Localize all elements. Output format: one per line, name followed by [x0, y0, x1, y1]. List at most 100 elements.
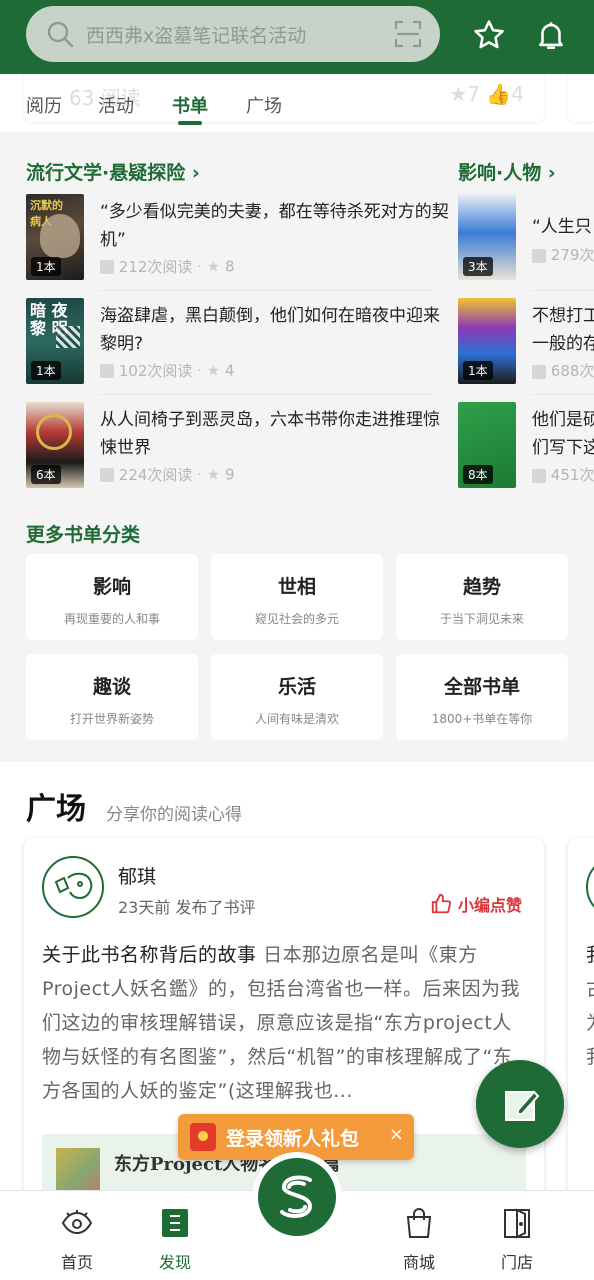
book-cover: 暗 夜黎 明 1本 [26, 298, 84, 384]
category-desc: 再现重要的人和事 [63, 612, 160, 626]
category-desc: 1800+书单在等你 [431, 712, 533, 726]
category-desc: 窥见社会的多元 [254, 612, 339, 626]
gift-icon [190, 1123, 216, 1151]
plaza-title: 广场 [26, 792, 86, 827]
new-user-gift-banner[interactable]: 登录领新人礼包 × [178, 1114, 414, 1160]
post-time: 23天前 发布了书评 [118, 898, 256, 917]
booklist-title: 海盗肆虐，黑白颠倒，他们如何在暗夜中迎来黎明? [100, 306, 440, 354]
avatar[interactable] [42, 856, 104, 918]
read-icon [532, 248, 546, 263]
booklist-title: 从人间椅子到恶灵岛，六本书带你走进推理惊悚世界 [100, 410, 440, 458]
booklist-item-peek[interactable]: 8本 他们是硕 们写下这 451次 [458, 402, 594, 494]
booklist-item[interactable]: 沉默的 病人 1本 “多少看似完美的夫妻，都在等待杀死对方的契机” 212次阅读 … [26, 194, 449, 286]
search-placeholder: 西西弗x盗墓笔记联名活动 [86, 25, 307, 47]
booklist-item[interactable]: 暗 夜黎 明 1本 海盗肆虐，黑白颠倒，他们如何在暗夜中迎来黎明? 102次阅读… [26, 298, 446, 390]
tab-history[interactable]: 阅历 [26, 92, 62, 118]
category-card-fun[interactable]: 趣谈 打开世界新姿势 [26, 654, 198, 740]
chevron-right-icon: › [547, 162, 556, 184]
book-count-badge: 1本 [463, 361, 493, 380]
category-card-trend[interactable]: 趋势 于当下洞见未来 [396, 554, 568, 640]
category-name: 世相 [277, 576, 316, 598]
tab-strip: 63 阅读 ★7 👍4 阅历 活动 书单 广场 [0, 74, 594, 132]
booklist-section: 流行文学·悬疑探险 › 沉默的 病人 1本 “多少看似完美的夫妻，都在等待杀死对方… [0, 132, 594, 760]
nav-label: 发现 [158, 1253, 191, 1272]
review-card-peek[interactable]: 我古为我 [568, 838, 594, 1218]
review-text: 关于此书名称背后的故事 日本那边原名是叫《東方Project人妖名鑑》的，包括台… [42, 938, 522, 1108]
booklist-title: “人生只 [532, 217, 592, 237]
book-count-badge: 1本 [31, 361, 61, 380]
read-icon [532, 364, 546, 379]
top-header: 西西弗x盗墓笔记联名活动 [0, 0, 594, 74]
booklist-item[interactable]: 6本 从人间椅子到恶灵岛，六本书带你走进推理惊悚世界 224次阅读 · ★ 9 [26, 402, 446, 494]
booklist-group-title[interactable]: 流行文学·悬疑探险 › [26, 158, 200, 185]
divider [532, 394, 594, 395]
star-count: 9 [225, 465, 235, 484]
write-review-button[interactable] [476, 1060, 564, 1148]
eye-icon [61, 1210, 93, 1235]
star-icon[interactable] [472, 18, 506, 56]
nav-mall[interactable]: 商城 [374, 1191, 464, 1280]
center-logo-button[interactable] [258, 1158, 336, 1236]
category-desc: 人间有味是清欢 [254, 712, 339, 726]
booklist-item-peek[interactable]: 1本 不想打工 一般的存 688次 [458, 298, 594, 390]
read-count: 279次 [550, 246, 594, 264]
plaza-subtitle: 分享你的阅读心得 [106, 805, 242, 825]
category-name: 乐活 [277, 676, 316, 698]
thumbs-up-icon [430, 893, 458, 915]
nav-label: 门店 [500, 1253, 533, 1272]
ghost-star-count: 7 [467, 82, 480, 106]
nav-label: 首页 [60, 1253, 93, 1272]
book-cover: 沉默的 病人 1本 [26, 194, 84, 280]
booklist-meta: 224次阅读 · ★ 9 [100, 464, 235, 485]
tab-booklist[interactable]: 书单 [172, 92, 208, 118]
book-count-badge: 8本 [463, 465, 493, 484]
category-card-lifestyle[interactable]: 乐活 人间有味是清欢 [211, 654, 383, 740]
category-name: 趋势 [462, 576, 501, 598]
read-count: 688次 [550, 362, 594, 380]
category-desc: 于当下洞见未来 [439, 612, 524, 626]
promo-text: 登录领新人礼包 [226, 1128, 360, 1150]
category-desc: 打开世界新姿势 [69, 712, 154, 726]
read-count: 102次阅读 [118, 362, 193, 380]
booklist-group-title[interactable]: 影响·人物 › [458, 158, 556, 185]
read-icon [100, 363, 114, 378]
scan-icon[interactable] [394, 20, 422, 52]
more-categories-title: 更多书单分类 [26, 524, 141, 546]
review-title: 关于此书名称背后的故事 [42, 944, 257, 966]
category-name: 趣谈 [92, 676, 131, 698]
shopping-bag-icon [406, 1208, 432, 1238]
chevron-right-icon: › [191, 162, 200, 184]
book-cover: 1本 [458, 298, 516, 384]
nav-home[interactable]: 首页 [32, 1191, 122, 1280]
close-icon[interactable]: × [389, 1124, 404, 1145]
star-icon: ★ [206, 257, 221, 276]
category-card-influence[interactable]: 影响 再现重要的人和事 [26, 554, 198, 640]
book-cover: 8本 [458, 402, 516, 488]
book-count-badge: 3本 [463, 257, 493, 276]
nav-discover[interactable]: 发现 [130, 1191, 220, 1280]
star-count: 4 [225, 361, 235, 380]
editor-like-badge: 小编点赞 [430, 892, 522, 916]
booklist-item-peek[interactable]: 3本 “人生只 279次 [458, 194, 594, 286]
scrolled-card-ghost-2 [568, 74, 594, 122]
divider [100, 290, 434, 291]
booklist-title: 他们是硕 们写下这 [532, 410, 594, 458]
discover-icon [162, 1209, 188, 1237]
book-count-badge: 1本 [31, 257, 61, 276]
read-icon [100, 259, 114, 274]
nav-label: 商城 [402, 1253, 435, 1272]
tab-activity[interactable]: 活动 [98, 92, 134, 118]
user-name[interactable]: 郁琪 [118, 862, 156, 889]
bell-icon[interactable] [534, 18, 568, 56]
category-card-society[interactable]: 世相 窥见社会的多元 [211, 554, 383, 640]
search-icon [46, 20, 74, 52]
active-tab-indicator [178, 121, 202, 125]
avatar [586, 856, 594, 918]
star-icon: ★ [206, 361, 221, 380]
category-card-all[interactable]: 全部书单 1800+书单在等你 [396, 654, 568, 740]
read-icon [100, 467, 114, 482]
nav-store[interactable]: 门店 [472, 1191, 562, 1280]
tab-plaza[interactable]: 广场 [246, 92, 282, 118]
search-bar[interactable]: 西西弗x盗墓笔记联名活动 [26, 6, 440, 62]
divider [532, 290, 594, 291]
